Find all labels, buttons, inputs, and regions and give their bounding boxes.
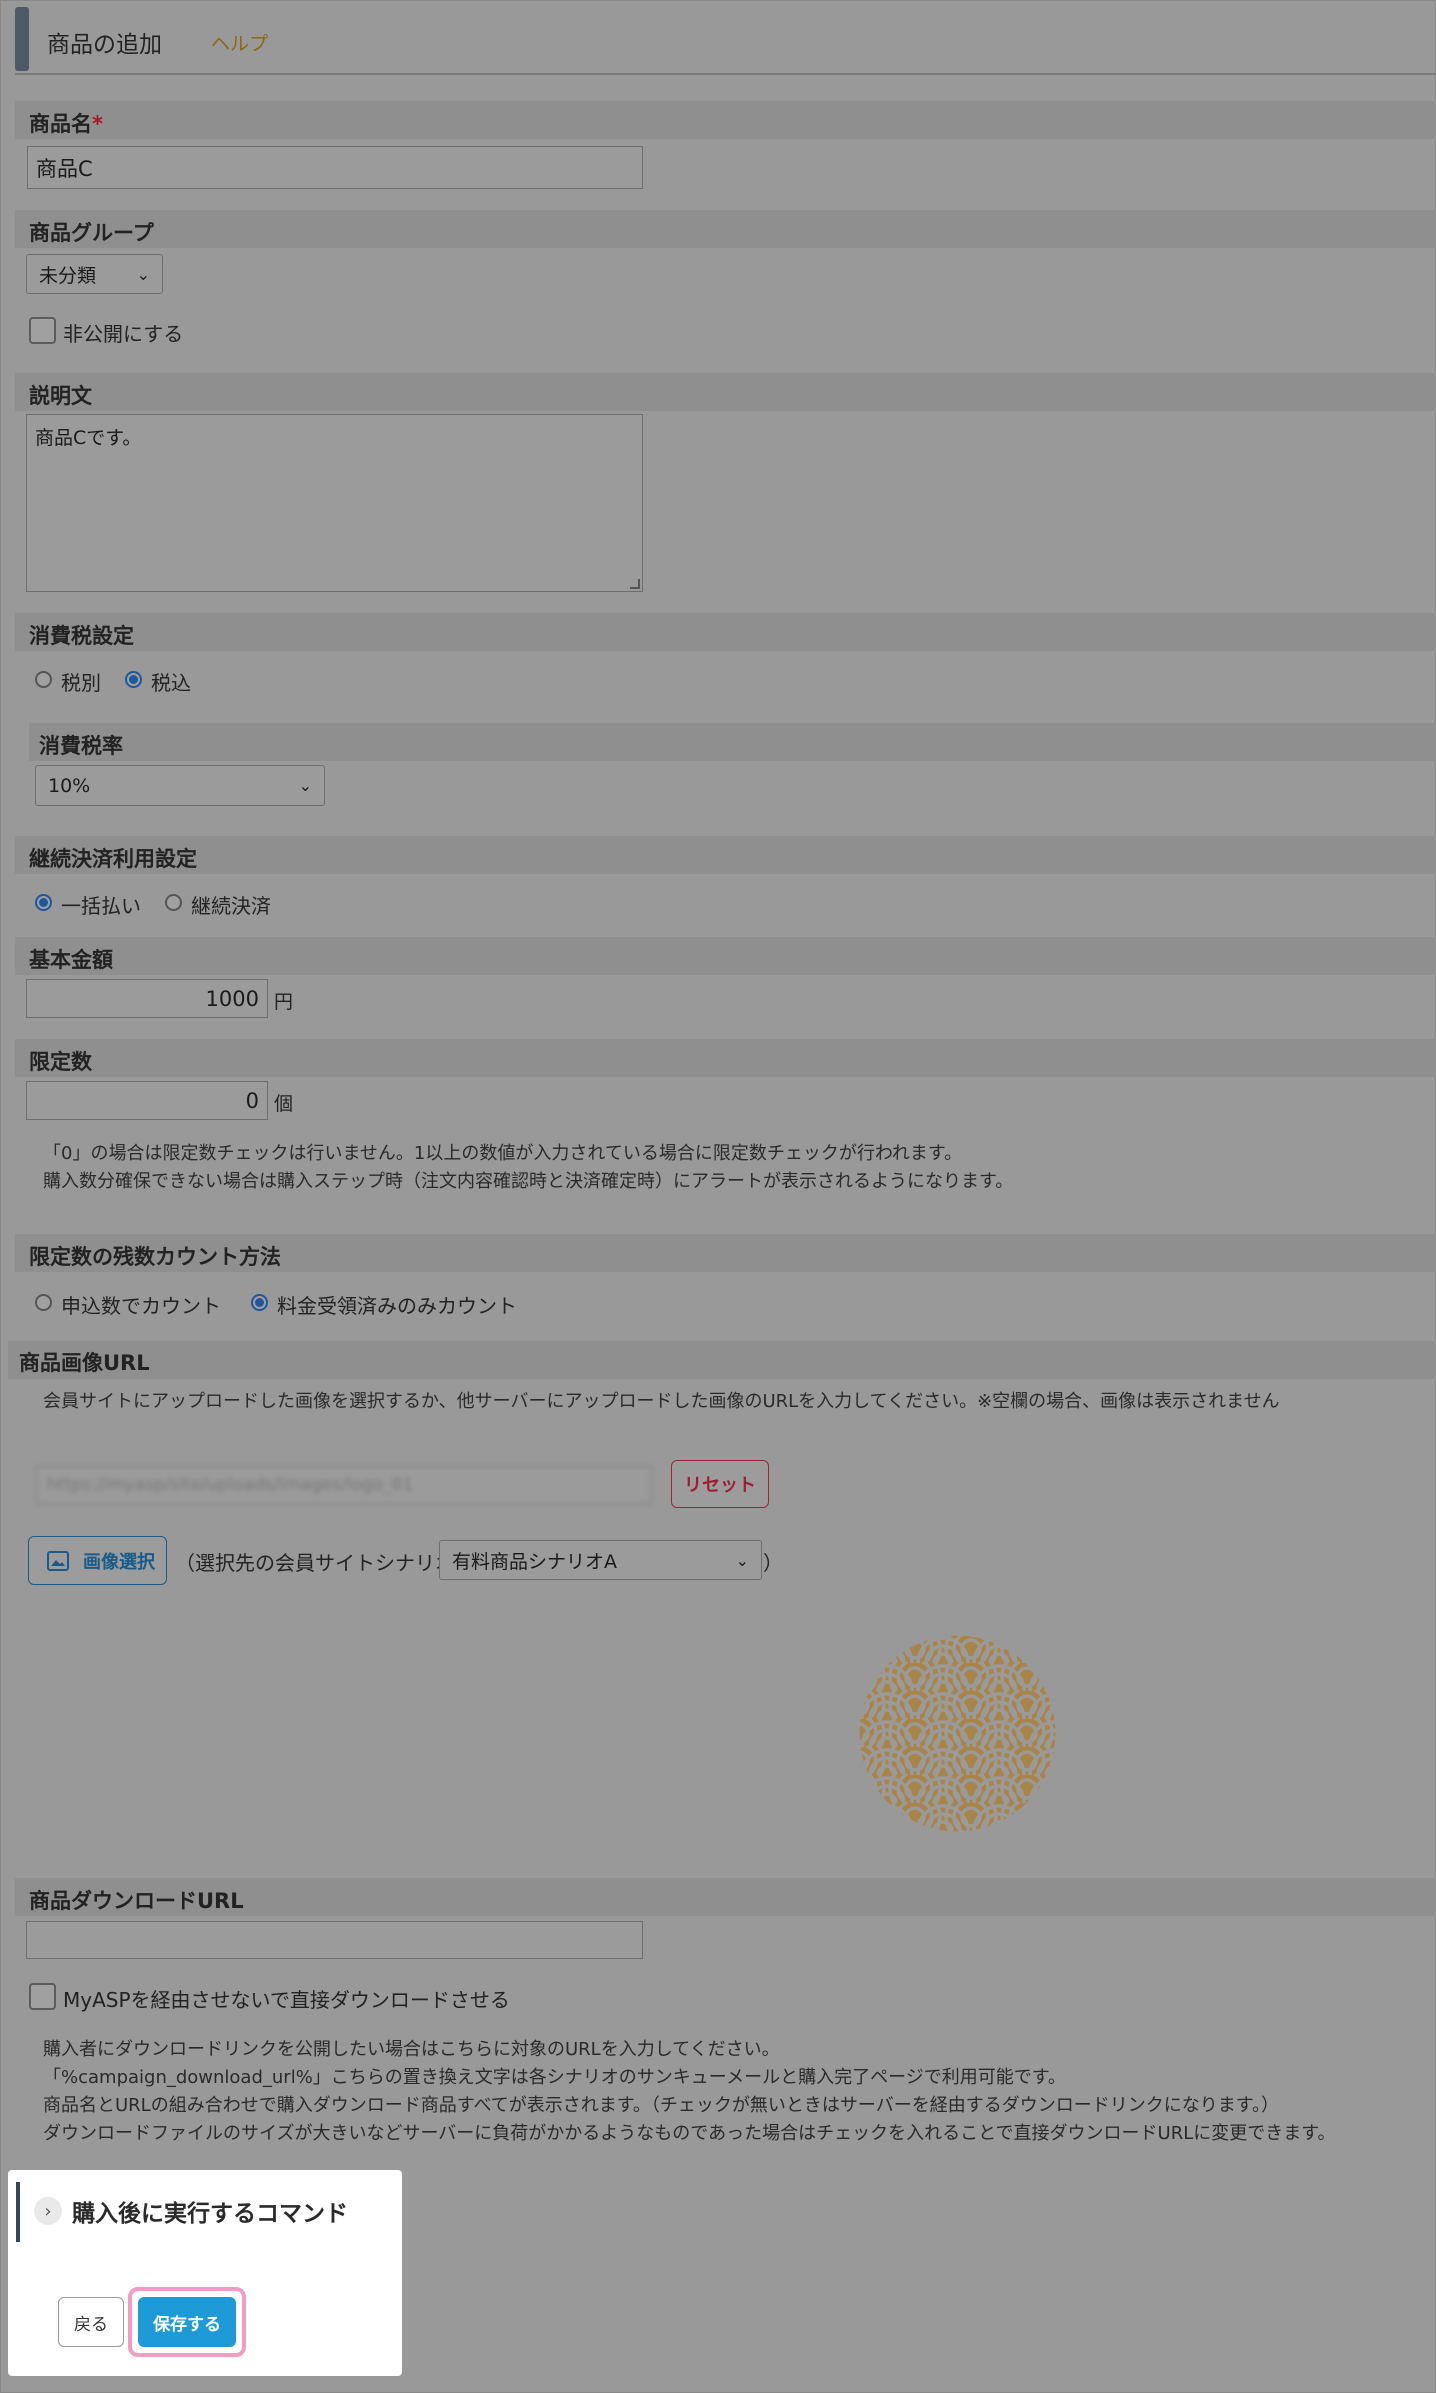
product-group-label: 商品グループ <box>29 221 154 245</box>
base-price-label: 基本金額 <box>29 948 113 972</box>
count-method-label: 限定数の残数カウント方法 <box>29 1245 281 1269</box>
chevron-down-icon: ⌄ <box>136 264 150 284</box>
chevron-down-icon: ⌄ <box>735 1550 749 1570</box>
reset-button[interactable]: リセット <box>671 1460 769 1508</box>
scenario-selected: 有料商品シナリオA <box>452 1550 617 1573</box>
scenario-prefix: （選択先の会員サイトシナリオ <box>175 1551 455 1575</box>
tax-exclusive-label: 税別 <box>61 671 101 695</box>
section-band-tax <box>15 613 1436 651</box>
download-url-label: 商品ダウンロードURL <box>29 1889 244 1913</box>
count-by-application-label: 申込数でカウント <box>61 1294 221 1318</box>
required-mark: * <box>92 112 103 136</box>
chevron-down-icon: ⌄ <box>298 776 312 795</box>
tax-rate-label: 消費税率 <box>39 734 123 758</box>
seigaiha-pattern <box>859 1635 1056 1832</box>
product-name-input[interactable]: 商品C <box>27 146 643 189</box>
tax-inclusive-label: 税込 <box>151 671 191 695</box>
section-band-image-url <box>8 1341 1436 1379</box>
download-note-2: 「%campaign_download_url%」こちらの置き換え文字は各シナリ… <box>43 2067 1066 2088</box>
direct-download-label: MyASPを経由させないで直接ダウンロードさせる <box>63 1988 510 2012</box>
image-url-input[interactable]: https://myasp/site/uploads/images/logo_0… <box>36 1466 652 1504</box>
recurring-payment-radio[interactable] <box>165 894 182 911</box>
post-purchase-command-toggle[interactable]: 購入後に実行するコマンド <box>72 2194 348 2228</box>
tax-inclusive-radio[interactable] <box>125 671 142 688</box>
base-price-input[interactable]: 1000 <box>26 979 268 1018</box>
limit-label: 限定数 <box>29 1050 92 1074</box>
image-select-label: 画像選択 <box>83 1551 155 1573</box>
chevron-right-icon[interactable]: › <box>34 2197 62 2225</box>
add-product-page: 商品の追加 ヘルプ 商品名* 商品C 商品グループ 未分類 ⌄ 非公開にする 説… <box>0 0 1436 2393</box>
scenario-select[interactable]: 有料商品シナリオA ⌄ <box>439 1540 762 1580</box>
command-accent-bar <box>16 2182 20 2242</box>
lump-sum-label: 一括払い <box>61 894 141 918</box>
download-url-input[interactable] <box>26 1921 643 1959</box>
scenario-suffix: ） <box>763 1551 783 1575</box>
download-note-4: ダウンロードファイルのサイズが大きいなどサーバーに負荷がかかるようなものであった… <box>43 2123 1336 2144</box>
page-header: 商品の追加 ヘルプ <box>15 1 1436 75</box>
product-group-selected: 未分類 <box>39 264 97 287</box>
limit-note-1: 「0」の場合は限定数チェックは行いません。1以上の数値が入力されている場合に限定… <box>43 1143 963 1164</box>
image-icon <box>47 1550 69 1571</box>
tax-rate-selected: 10% <box>48 774 91 797</box>
download-note-1: 購入者にダウンロードリンクを公開したい場合はこちらに対象のURLを入力してくださ… <box>43 2039 780 2060</box>
base-price-unit: 円 <box>274 991 294 1013</box>
count-paid-only-radio[interactable] <box>251 1294 268 1311</box>
private-label: 非公開にする <box>63 322 184 346</box>
limit-unit: 個 <box>274 1093 294 1115</box>
image-select-button[interactable]: 画像選択 <box>28 1536 167 1585</box>
image-url-label: 商品画像URL <box>19 1351 150 1375</box>
product-name-label: 商品名* <box>29 112 103 136</box>
save-button-highlight: 保存する <box>128 2287 246 2357</box>
resize-handle[interactable] <box>630 579 640 589</box>
tax-rate-select[interactable]: 10% ⌄ <box>35 765 325 806</box>
limit-input[interactable]: 0 <box>26 1081 268 1120</box>
back-button[interactable]: 戻る <box>58 2297 124 2347</box>
image-url-note: 会員サイトにアップロードした画像を選択するか、他サーバーにアップロードした画像の… <box>43 1391 1280 1412</box>
description-label: 説明文 <box>29 384 92 408</box>
count-paid-only-label: 料金受領済みのみカウント <box>277 1294 517 1318</box>
bottom-action-card: › 購入後に実行するコマンド 戻る 保存する <box>8 2170 402 2376</box>
limit-note-2: 購入数分確保できない場合は購入ステップ時（注文内容確認時と決済確定時）にアラート… <box>43 1171 1014 1192</box>
count-by-application-radio[interactable] <box>35 1294 52 1311</box>
help-link[interactable]: ヘルプ <box>211 29 268 56</box>
section-band-product-name <box>15 101 1436 139</box>
section-band-tax-rate <box>29 723 1436 761</box>
section-band-recurring <box>15 836 1436 874</box>
private-checkbox[interactable] <box>29 317 56 344</box>
section-band-description <box>15 373 1436 411</box>
download-note-3: 商品名とURLの組み合わせで購入ダウンロード商品すべてが表示されます。（チェック… <box>43 2095 1279 2116</box>
description-textarea[interactable]: 商品Cです。 <box>26 414 643 592</box>
tax-exclusive-radio[interactable] <box>35 671 52 688</box>
section-band-product-group <box>15 210 1436 248</box>
header-accent-bar <box>15 7 29 71</box>
product-group-select[interactable]: 未分類 ⌄ <box>26 254 163 294</box>
recurring-payment-label: 継続決済 <box>191 894 271 918</box>
section-band-base-price <box>15 937 1436 975</box>
save-button[interactable]: 保存する <box>138 2297 236 2347</box>
lump-sum-radio[interactable] <box>35 894 52 911</box>
product-image-preview <box>859 1635 1056 1832</box>
page-title: 商品の追加 <box>47 32 162 58</box>
recurring-label: 継続決済利用設定 <box>29 847 197 871</box>
tax-label: 消費税設定 <box>29 624 134 648</box>
section-band-limit <box>15 1039 1436 1077</box>
description-text: 商品Cです。 <box>35 427 142 449</box>
direct-download-checkbox[interactable] <box>29 1983 56 2010</box>
